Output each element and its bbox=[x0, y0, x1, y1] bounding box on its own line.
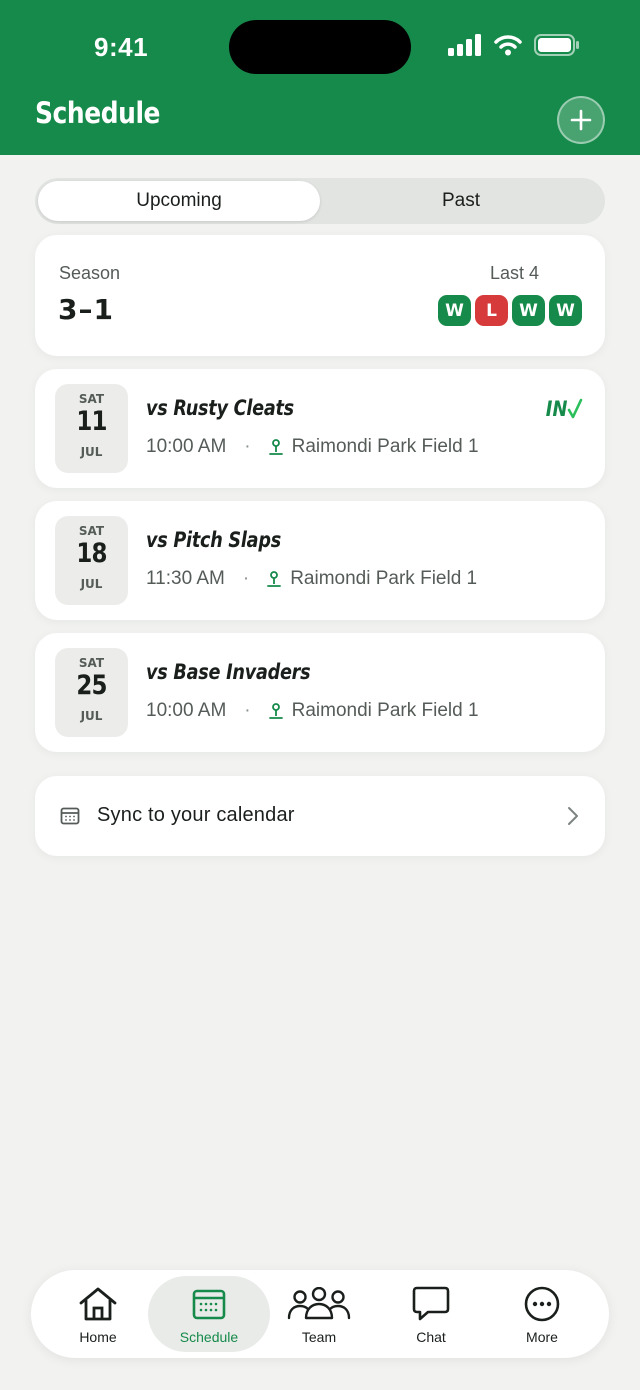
game-meta: 11:30 AM · Raimondi Park Field 1 bbox=[146, 568, 477, 590]
battery-icon bbox=[534, 34, 579, 56]
date-weekday: SAT bbox=[78, 392, 105, 406]
segment-past[interactable]: Past bbox=[320, 181, 602, 221]
home-icon bbox=[79, 1287, 117, 1321]
tab-label: More bbox=[526, 1329, 558, 1345]
meta-separator: · bbox=[244, 700, 251, 721]
chat-icon bbox=[412, 1286, 450, 1321]
date-box: SAT 25 JUL bbox=[55, 648, 128, 737]
sync-calendar-row[interactable]: Sync to your calendar bbox=[35, 776, 605, 856]
game-meta: 10:00 AM · Raimondi Park Field 1 bbox=[146, 700, 479, 722]
meta-separator: · bbox=[242, 568, 250, 589]
game-location: Raimondi Park Field 1 bbox=[291, 436, 479, 457]
add-game-button[interactable] bbox=[557, 96, 605, 144]
more-icon bbox=[524, 1286, 560, 1322]
result-badge: W bbox=[549, 295, 582, 326]
game-time: 11:30 AM bbox=[146, 568, 225, 589]
result-badge: W bbox=[438, 295, 471, 326]
tab-schedule[interactable]: Schedule bbox=[148, 1276, 270, 1352]
page-title: Schedule bbox=[35, 96, 161, 130]
date-weekday: SAT bbox=[78, 524, 105, 538]
bottom-tab-bar: Home Schedule Team Chat More bbox=[31, 1270, 609, 1358]
sync-label: Sync to your calendar bbox=[97, 804, 295, 826]
signal-icon bbox=[448, 34, 481, 56]
calendar-icon bbox=[192, 1289, 226, 1320]
last-games-label: Last 4 bbox=[489, 263, 539, 283]
season-record: 3–1 bbox=[58, 293, 114, 326]
chevron-right-icon bbox=[568, 807, 578, 825]
date-month: JUL bbox=[80, 577, 103, 591]
tab-more[interactable]: More bbox=[487, 1270, 597, 1358]
check-icon bbox=[567, 398, 583, 419]
date-box: SAT 18 JUL bbox=[55, 516, 128, 605]
wifi-icon bbox=[494, 35, 522, 56]
game-card[interactable]: SAT 25 JUL vs Base Invaders 10:00 AM · R… bbox=[35, 633, 605, 752]
opponent-name: vs Pitch Slaps bbox=[146, 528, 281, 552]
game-time: 10:00 AM bbox=[146, 436, 227, 457]
location-pin-icon bbox=[268, 702, 284, 720]
game-time: 10:00 AM bbox=[146, 700, 227, 721]
tab-chat[interactable]: Chat bbox=[376, 1270, 486, 1358]
result-badge: L bbox=[475, 295, 508, 326]
plus-icon bbox=[570, 109, 592, 131]
rsvp-label: IN bbox=[545, 397, 567, 421]
status-icons bbox=[448, 34, 580, 56]
season-summary-card: Season 3–1 Last 4 W L W W bbox=[35, 235, 605, 356]
location-pin-icon bbox=[266, 570, 282, 588]
segment-upcoming[interactable]: Upcoming bbox=[38, 181, 320, 221]
tab-label: Home bbox=[79, 1329, 117, 1345]
schedule-segmented-control: Upcoming Past bbox=[35, 178, 605, 224]
dynamic-island bbox=[229, 20, 411, 74]
game-location: Raimondi Park Field 1 bbox=[291, 700, 479, 721]
date-box: SAT 11 JUL bbox=[55, 384, 128, 473]
date-weekday: SAT bbox=[78, 656, 105, 670]
calendar-icon bbox=[60, 807, 80, 825]
date-month: JUL bbox=[80, 709, 103, 723]
date-day: 11 bbox=[76, 406, 107, 437]
status-time: 9:41 bbox=[94, 32, 149, 62]
season-label: Season bbox=[59, 263, 121, 283]
opponent-name: vs Base Invaders bbox=[146, 660, 311, 684]
game-card[interactable]: SAT 18 JUL vs Pitch Slaps 11:30 AM · Rai… bbox=[35, 501, 605, 620]
tab-home[interactable]: Home bbox=[43, 1270, 153, 1358]
location-pin-icon bbox=[268, 438, 284, 456]
game-card[interactable]: SAT 11 JUL vs Rusty Cleats 10:00 AM · Ra… bbox=[35, 369, 605, 488]
opponent-name: vs Rusty Cleats bbox=[146, 396, 294, 420]
date-day: 25 bbox=[76, 670, 107, 701]
app-header: Schedule bbox=[0, 92, 640, 155]
game-meta: 10:00 AM · Raimondi Park Field 1 bbox=[146, 436, 479, 458]
tab-label: Schedule bbox=[179, 1329, 239, 1345]
status-bar: 9:41 bbox=[0, 0, 640, 92]
rsvp-status[interactable]: IN bbox=[542, 397, 583, 421]
tab-label: Team bbox=[301, 1329, 337, 1345]
last-results: W L W W bbox=[438, 295, 582, 326]
meta-separator: · bbox=[244, 436, 251, 457]
game-location: Raimondi Park Field 1 bbox=[290, 568, 478, 589]
date-month: JUL bbox=[80, 445, 103, 459]
tab-team[interactable]: Team bbox=[264, 1270, 374, 1358]
date-day: 18 bbox=[76, 538, 107, 569]
result-badge: W bbox=[512, 295, 545, 326]
team-icon bbox=[287, 1287, 351, 1320]
tab-label: Chat bbox=[416, 1329, 446, 1345]
